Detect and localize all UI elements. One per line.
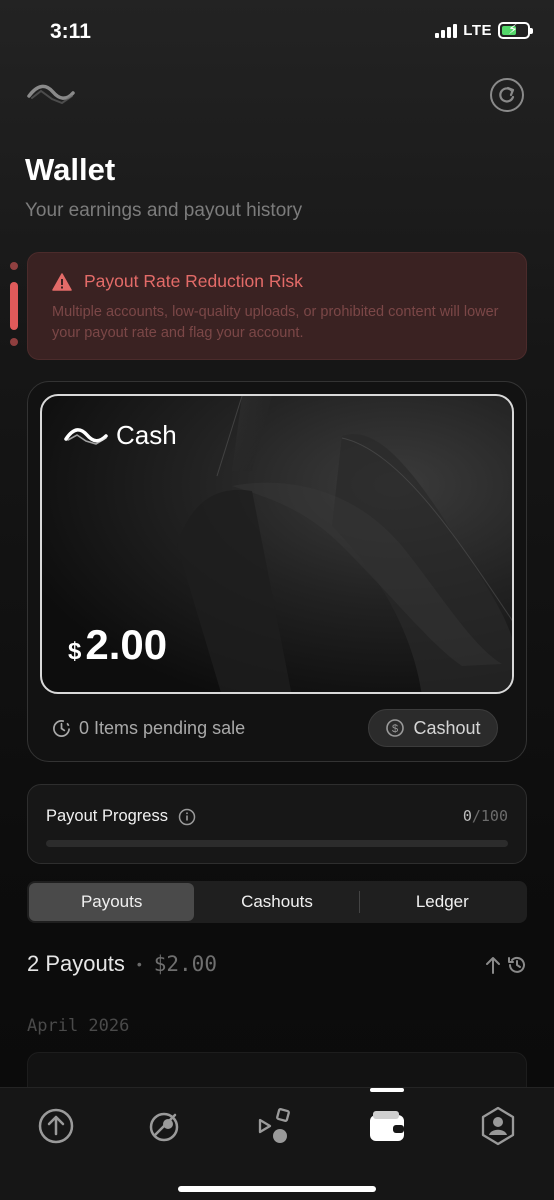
signal-icon (435, 23, 458, 38)
profile-icon (481, 1106, 515, 1146)
payout-risk-warning: Payout Rate Reduction Risk Multiple acco… (27, 252, 527, 360)
cashout-label: Cashout (413, 717, 481, 738)
status-bar: 3:11 LTE ⚡ (0, 0, 554, 60)
sort-controls (482, 954, 528, 976)
network-label: LTE (463, 22, 492, 39)
month-header: April 2026 (27, 1016, 130, 1036)
payouts-count: 2 Payouts (27, 951, 125, 976)
home-indicator (178, 1186, 376, 1192)
progress-separator: / (471, 807, 481, 825)
page-title: Wallet (25, 152, 116, 187)
pending-label: 0 Items pending sale (79, 718, 246, 738)
wallet-icon (370, 1111, 404, 1141)
shapes-icon (258, 1108, 290, 1143)
history-tabs: Payouts Cashouts Ledger (27, 881, 527, 923)
payout-progress-count: 0/100 (463, 807, 508, 825)
nav-upload[interactable] (36, 1106, 76, 1146)
svg-text:$: $ (392, 723, 398, 735)
warning-icon (52, 272, 72, 291)
payouts-summary: 2 Payouts • $2.00 (27, 951, 217, 977)
warning-title: Payout Rate Reduction Risk (84, 271, 303, 291)
side-indicator-dot (10, 262, 18, 270)
explore-icon (149, 1112, 179, 1142)
upload-icon (38, 1108, 74, 1144)
payout-progress-label-group: Payout Progress (46, 807, 196, 826)
refresh-button[interactable] (490, 78, 524, 112)
bottom-nav (0, 1087, 554, 1200)
tab-payouts[interactable]: Payouts (29, 883, 195, 921)
arrow-up-icon[interactable] (482, 954, 504, 976)
payout-progress-label: Payout Progress (46, 807, 168, 825)
nav-shapes[interactable] (256, 1106, 296, 1146)
dollar-coin-icon: $ (386, 719, 405, 737)
wallet-balance: $ 2.00 (68, 621, 167, 669)
card-brand-label: Cash (116, 420, 177, 450)
nav-profile[interactable] (478, 1106, 518, 1146)
payout-progress-card: Payout Progress 0/100 (27, 784, 527, 864)
tab-cashouts[interactable]: Cashouts (194, 883, 359, 921)
app-logo-icon (26, 80, 76, 110)
warning-body: Multiple accounts, low-quality uploads, … (52, 304, 499, 341)
progress-total: 100 (480, 807, 508, 825)
clock-icon (53, 720, 70, 737)
balance-amount: 2.00 (85, 621, 168, 668)
pending-items: 0 Items pending sale (52, 718, 245, 739)
status-indicators: LTE ⚡ (435, 21, 533, 39)
active-tab-indicator (370, 1088, 404, 1092)
card-logo-icon (64, 427, 108, 445)
battery-icon: ⚡ (498, 21, 533, 39)
info-icon[interactable] (178, 808, 196, 826)
nav-wallet[interactable] (367, 1106, 407, 1146)
progress-track (46, 840, 508, 847)
side-indicator-dot (10, 338, 18, 346)
status-time: 3:11 (50, 20, 91, 43)
nav-explore[interactable] (145, 1106, 185, 1146)
tab-ledger[interactable]: Ledger (360, 883, 525, 921)
cash-card: Cash $ 2.00 (40, 394, 514, 694)
tab-divider (359, 891, 360, 913)
progress-current: 0 (462, 807, 472, 825)
summary-separator: • (136, 956, 142, 972)
cashout-button[interactable]: $ Cashout (368, 709, 498, 747)
refresh-icon (499, 86, 515, 103)
history-icon[interactable] (506, 954, 528, 976)
card-brand: Cash (64, 420, 177, 451)
page-subtitle: Your earnings and payout history (25, 200, 303, 221)
currency-symbol: $ (68, 638, 82, 665)
side-indicator-active (10, 282, 18, 330)
list-item[interactable] (27, 1052, 527, 1092)
payouts-total: $2.00 (153, 952, 217, 976)
